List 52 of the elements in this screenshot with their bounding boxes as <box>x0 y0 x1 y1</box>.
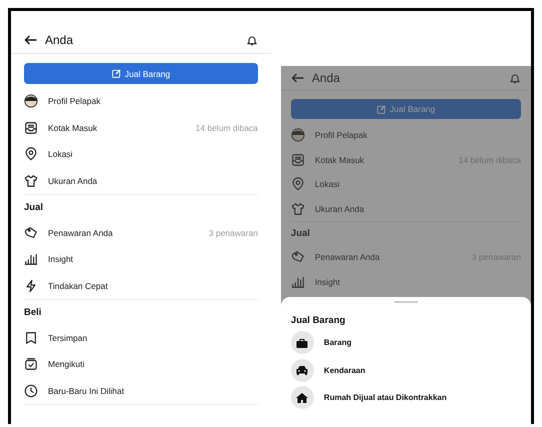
menu-item[interactable]: Baru-Baru Ini Dilihat <box>48 386 258 396</box>
edit-icon <box>376 104 386 114</box>
inbox-icon <box>290 152 305 167</box>
sell-button[interactable]: Jual Barang <box>24 63 258 84</box>
menu-item[interactable]: Tersimpan <box>48 332 258 343</box>
section-heading: Beli <box>24 306 42 320</box>
house-icon <box>290 386 314 410</box>
sheet-option[interactable]: Rumah Dijual atau Dikontrakkan <box>324 393 447 402</box>
section-heading: Jual <box>290 227 311 242</box>
page-title: Anda <box>312 71 341 85</box>
shirt-icon <box>290 202 305 216</box>
menu-item[interactable]: Profil Pelapak <box>314 130 521 140</box>
back-arrow-icon[interactable] <box>24 35 37 45</box>
bookmark-icon <box>24 330 38 345</box>
tag-icon <box>24 226 38 240</box>
checked-box-icon <box>24 357 38 372</box>
item-detail: 14 belum dibaca <box>196 122 258 133</box>
inbox-icon <box>24 120 38 135</box>
avatar-icon <box>24 94 38 108</box>
menu-item[interactable]: Mengikuti <box>48 359 258 370</box>
tag-icon <box>290 250 305 264</box>
bag-icon <box>290 331 314 354</box>
menu-item[interactable]: Lokasi <box>48 149 258 160</box>
location-pin-icon <box>290 177 305 192</box>
location-pin-icon <box>24 147 38 162</box>
menu-item[interactable]: Lokasi <box>314 179 521 190</box>
menu-item[interactable]: Ukuran Anda <box>314 204 521 214</box>
shirt-icon <box>24 174 38 188</box>
clock-icon <box>24 384 38 398</box>
menu-item[interactable]: Kotak Masuk <box>48 122 186 133</box>
drag-handle[interactable] <box>394 301 418 303</box>
menu-item[interactable]: Insight <box>314 276 521 287</box>
menu-item[interactable]: Ukuran Anda <box>48 176 258 186</box>
bar-chart-icon <box>24 252 38 266</box>
edit-icon <box>112 69 121 78</box>
lightning-icon <box>24 278 38 293</box>
menu-item[interactable]: Tindakan Cepat <box>48 280 258 291</box>
avatar-icon <box>290 128 305 142</box>
menu-item[interactable]: Penawaran Anda <box>48 228 199 238</box>
sheet-option[interactable]: Barang <box>324 338 352 348</box>
bell-icon[interactable] <box>246 34 258 46</box>
bar-chart-icon <box>290 274 305 289</box>
car-icon <box>290 358 314 382</box>
menu-item[interactable]: Profil Pelapak <box>48 96 258 106</box>
menu-item[interactable]: Insight <box>48 254 258 264</box>
menu-item[interactable]: Penawaran Anda <box>314 252 462 262</box>
item-detail: 3 penawaran <box>208 228 258 238</box>
section-heading: Jual <box>24 200 44 215</box>
menu-item[interactable]: Kotak Masuk <box>314 154 449 165</box>
sheet-title: Jual Barang <box>290 315 346 326</box>
page-title: Anda <box>45 33 74 47</box>
sheet-option[interactable]: Kendaraan <box>324 366 366 375</box>
